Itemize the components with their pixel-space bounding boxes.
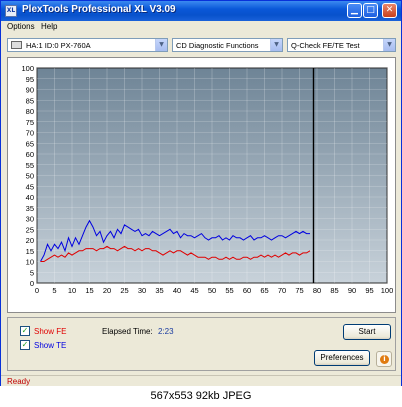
preferences-button[interactable]: Preferences xyxy=(314,350,370,366)
menu-bar: Options Help xyxy=(1,21,401,34)
x-tick-label: 80 xyxy=(313,286,321,295)
y-tick-label: 25 xyxy=(26,225,34,234)
show-fe-label[interactable]: Show FE xyxy=(34,327,66,336)
x-tick-label: 5 xyxy=(52,286,56,295)
y-tick-label: 40 xyxy=(26,193,34,202)
menu-help[interactable]: Help xyxy=(41,22,57,31)
y-tick-label: 80 xyxy=(26,107,34,116)
y-tick-label: 30 xyxy=(26,215,34,224)
chevron-down-icon[interactable]: ▼ xyxy=(155,39,167,51)
x-tick-label: 25 xyxy=(120,286,128,295)
x-tick-label: 30 xyxy=(138,286,146,295)
title-bar[interactable]: XL PlexTools Professional XL V3.09 ▁ □ ✕ xyxy=(1,1,401,21)
y-tick-label: 15 xyxy=(26,247,34,256)
x-tick-label: 40 xyxy=(173,286,181,295)
close-button[interactable]: ✕ xyxy=(382,3,397,18)
elapsed-time-value: 2:23 xyxy=(158,327,174,336)
x-tick-label: 45 xyxy=(190,286,198,295)
y-tick-label: 20 xyxy=(26,236,34,245)
function-select[interactable]: CD Diagnostic Functions ▼ xyxy=(172,38,283,52)
show-fe-checkbox[interactable]: ✓ xyxy=(20,326,30,336)
chevron-down-icon[interactable]: ▼ xyxy=(270,39,282,51)
y-tick-label: 50 xyxy=(26,172,34,181)
function-select-value: CD Diagnostic Functions xyxy=(176,41,259,50)
y-tick-label: 65 xyxy=(26,139,34,148)
show-te-checkbox[interactable]: ✓ xyxy=(20,340,30,350)
x-tick-label: 65 xyxy=(260,286,268,295)
x-tick-label: 55 xyxy=(225,286,233,295)
test-select[interactable]: Q-Check FE/TE Test ▼ xyxy=(287,38,396,52)
x-tick-label: 10 xyxy=(68,286,76,295)
y-tick-label: 95 xyxy=(26,75,34,84)
info-button[interactable]: i xyxy=(376,351,392,367)
x-tick-label: 0 xyxy=(35,286,39,295)
y-tick-label: 10 xyxy=(26,258,34,267)
y-tick-label: 0 xyxy=(30,279,34,288)
x-tick-label: 60 xyxy=(243,286,251,295)
chevron-down-icon[interactable]: ▼ xyxy=(383,39,395,51)
drive-icon xyxy=(11,41,22,49)
info-icon: i xyxy=(380,355,389,364)
image-caption: 567x553 92kb JPEG xyxy=(0,386,402,407)
menu-options[interactable]: Options xyxy=(7,22,35,31)
toolbar: HA:1 ID:0 PX-760A ▼ CD Diagnostic Functi… xyxy=(1,35,401,55)
x-tick-label: 20 xyxy=(103,286,111,295)
y-tick-label: 70 xyxy=(26,129,34,138)
app-window: XL PlexTools Professional XL V3.09 ▁ □ ✕… xyxy=(0,0,402,407)
x-tick-label: 95 xyxy=(365,286,373,295)
y-tick-label: 100 xyxy=(21,64,34,73)
y-tick-label: 45 xyxy=(26,182,34,191)
test-select-value: Q-Check FE/TE Test xyxy=(291,41,360,50)
window-title: PlexTools Professional XL V3.09 xyxy=(22,4,176,15)
app-logo-icon: XL xyxy=(5,5,17,17)
status-text: Ready xyxy=(7,377,31,386)
y-tick-label: 85 xyxy=(26,96,34,105)
x-tick-label: 90 xyxy=(348,286,356,295)
x-tick-label: 85 xyxy=(330,286,338,295)
fe-te-chart: 0 5 10 15 20 25 30 35 40 45 50 55 60 65 70 75 80 85 90 95 10… xyxy=(7,57,396,313)
elapsed-time-label: Elapsed Time: xyxy=(102,327,153,336)
x-tick-label: 100 xyxy=(381,286,394,295)
x-tick-label: 70 xyxy=(278,286,286,295)
y-tick-label: 55 xyxy=(26,161,34,170)
x-tick-label: 75 xyxy=(295,286,303,295)
minimize-button[interactable]: ▁ xyxy=(347,3,362,18)
drive-select[interactable]: HA:1 ID:0 PX-760A ▼ xyxy=(7,38,168,52)
y-tick-label: 5 xyxy=(30,268,34,277)
x-tick-label: 35 xyxy=(155,286,163,295)
show-te-label[interactable]: Show TE xyxy=(34,341,66,350)
y-tick-label: 60 xyxy=(26,150,34,159)
chart-svg: 0510152025303540455055606570758085909510… xyxy=(21,64,394,295)
x-tick-label: 50 xyxy=(208,286,216,295)
start-button[interactable]: Start xyxy=(343,324,391,340)
y-tick-label: 75 xyxy=(26,118,34,127)
y-tick-label: 90 xyxy=(26,86,34,95)
control-panel: ✓ Show FE ✓ Show TE Elapsed Time: 2:23 S… xyxy=(7,317,396,371)
drive-select-value: HA:1 ID:0 PX-760A xyxy=(26,41,91,50)
x-tick-label: 15 xyxy=(85,286,93,295)
y-tick-label: 35 xyxy=(26,204,34,213)
maximize-button[interactable]: □ xyxy=(363,3,378,18)
